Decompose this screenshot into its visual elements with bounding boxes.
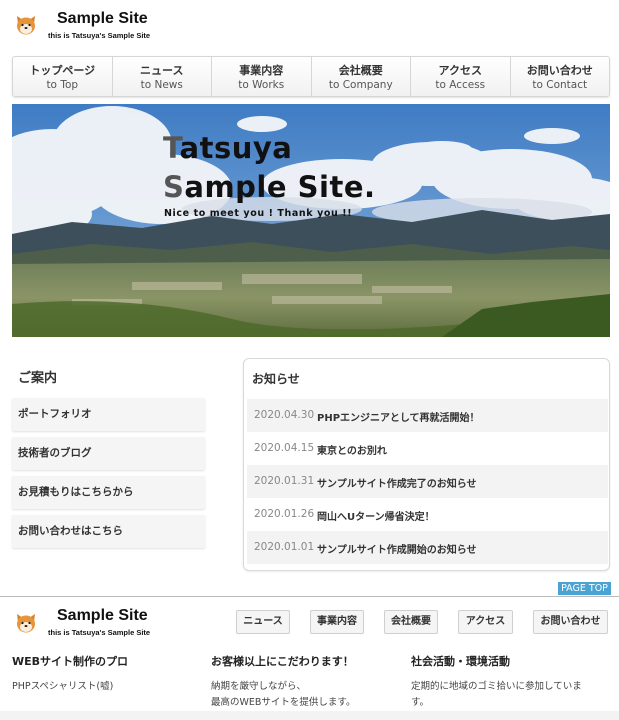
hero-title-rest-1: atsuya <box>179 131 293 165</box>
news-date: 2020.01.01 <box>254 541 315 553</box>
footer-nav-news[interactable]: ニュース <box>236 610 290 634</box>
news-heading: お知らせ <box>252 372 300 386</box>
nav-label-en: to Contact <box>532 79 588 91</box>
footer-col-line: 納期を厳守しながら、 <box>211 681 307 692</box>
footer-col-line: PHPスペシャリスト(嘘) <box>12 681 114 692</box>
nav-label-en: to Company <box>328 79 393 91</box>
site-subtitle: this is Tatsuya's Sample Site <box>48 31 151 40</box>
global-nav: トップページ to Top ニュース to News 事業内容 to Works… <box>12 56 610 97</box>
news-row[interactable]: 2020.04.15 東京とのお別れ <box>247 432 608 465</box>
hero-banner: Tatsuya Sample Site. Nice to meet you ! … <box>12 104 610 337</box>
footer-site-title[interactable]: Sample Site <box>57 607 148 625</box>
dog-face-icon[interactable] <box>14 14 38 36</box>
footer-col-line: す。 <box>411 697 430 708</box>
footer-col-text: PHPスペシャリスト(嘘) <box>12 679 113 695</box>
hero-title-cap-1: T <box>163 131 180 165</box>
footer-col-text: 定期的に地域のゴミ拾いに参加していま す。 <box>411 679 582 711</box>
news-row[interactable]: 2020.04.30 PHPエンジニアとして再就活開始！ <box>247 399 608 432</box>
news-date: 2020.04.30 <box>254 409 315 421</box>
page-top-button[interactable]: PAGE TOP <box>558 582 611 595</box>
footer-col-line: 最高のWEBサイトを提供します。 <box>211 697 356 708</box>
guide-list: ポートフォリオ 技術者のブログ お見積もりはこちらから お問い合わせはこちら <box>12 398 205 554</box>
dog-face-icon[interactable] <box>14 612 38 634</box>
site-header: Sample Site this is Tatsuya's Sample Sit… <box>0 0 619 50</box>
site-title[interactable]: Sample Site <box>57 10 148 28</box>
nav-label-jp: お問い合わせ <box>526 64 593 77</box>
news-date: 2020.01.26 <box>254 508 315 520</box>
nav-item-access[interactable]: アクセス to Access <box>411 57 511 96</box>
news-list: 2020.04.30 PHPエンジニアとして再就活開始！ 2020.04.15 東京… <box>247 399 608 564</box>
footer-col-heading: お客様以上にこだわります！ <box>211 655 354 668</box>
nav-label-en: to News <box>140 79 183 91</box>
footer-nav-access[interactable]: アクセス <box>458 610 513 634</box>
footer-nav-contact[interactable]: お問い合わせ <box>533 610 608 634</box>
hero-title-rest-2: ample Site. <box>184 170 376 204</box>
hero-title: Tatsuya Sample Site. <box>163 129 376 207</box>
hero-subtitle: Nice to meet you ! Thank you !! <box>164 208 353 219</box>
nav-label-jp: アクセス <box>438 64 482 77</box>
nav-label-jp: トップページ <box>29 64 96 77</box>
footer-nav-works[interactable]: 事業内容 <box>310 610 364 634</box>
news-title: サンプルサイト作成開始のお知らせ <box>317 545 477 556</box>
hero-title-cap-2: S <box>163 170 185 204</box>
guide-item-blog[interactable]: 技術者のブログ <box>12 437 205 470</box>
news-title: PHPエンジニアとして再就活開始！ <box>317 413 480 424</box>
nav-label-jp: 会社概要 <box>338 64 383 77</box>
news-date: 2020.04.15 <box>254 442 315 454</box>
news-row[interactable]: 2020.01.01 サンプルサイト作成開始のお知らせ <box>247 531 608 564</box>
nav-label-en: to Top <box>46 79 79 91</box>
news-box: お知らせ 2020.04.30 PHPエンジニアとして再就活開始！ 2020.04… <box>243 358 610 571</box>
guide-item-portfolio[interactable]: ポートフォリオ <box>12 398 205 431</box>
guide-heading: ご案内 <box>18 371 58 386</box>
footer-bottom-bar <box>0 711 619 720</box>
site-footer: Sample Site this is Tatsuya's Sample Sit… <box>0 596 619 720</box>
nav-item-company[interactable]: 会社概要 to Company <box>312 57 411 96</box>
news-date: 2020.01.31 <box>254 475 315 487</box>
nav-item-contact[interactable]: お問い合わせ to Contact <box>511 57 610 96</box>
nav-label-jp: 事業内容 <box>239 64 284 77</box>
footer-col-text: 納期を厳守しながら、 最高のWEBサイトを提供します。 <box>211 679 355 711</box>
footer-col-line: 定期的に地域のゴミ拾いに参加していま <box>411 681 582 692</box>
nav-label-en: to Works <box>238 79 285 91</box>
nav-item-works[interactable]: 事業内容 to Works <box>212 57 312 96</box>
news-title: 岡山へUターン帰省決定！ <box>317 512 435 523</box>
footer-nav-company[interactable]: 会社概要 <box>384 610 438 634</box>
footer-site-subtitle: this is Tatsuya's Sample Site <box>48 628 151 637</box>
guide-item-contact[interactable]: お問い合わせはこちら <box>12 515 205 548</box>
nav-label-jp: ニュース <box>140 64 184 77</box>
news-row[interactable]: 2020.01.31 サンプルサイト作成完了のお知らせ <box>247 465 608 498</box>
news-row[interactable]: 2020.01.26 岡山へUターン帰省決定！ <box>247 498 608 531</box>
footer-col-heading: 社会活動・環境活動 <box>411 655 510 668</box>
nav-item-top[interactable]: トップページ to Top <box>13 57 113 96</box>
guide-item-estimate[interactable]: お見積もりはこちらから <box>12 476 205 509</box>
news-title: 東京とのお別れ <box>317 446 387 457</box>
nav-label-en: to Access <box>435 79 486 91</box>
footer-col-heading: WEBサイト制作のプロ <box>12 655 129 668</box>
news-title: サンプルサイト作成完了のお知らせ <box>317 479 477 490</box>
nav-item-news[interactable]: ニュース to News <box>113 57 212 96</box>
